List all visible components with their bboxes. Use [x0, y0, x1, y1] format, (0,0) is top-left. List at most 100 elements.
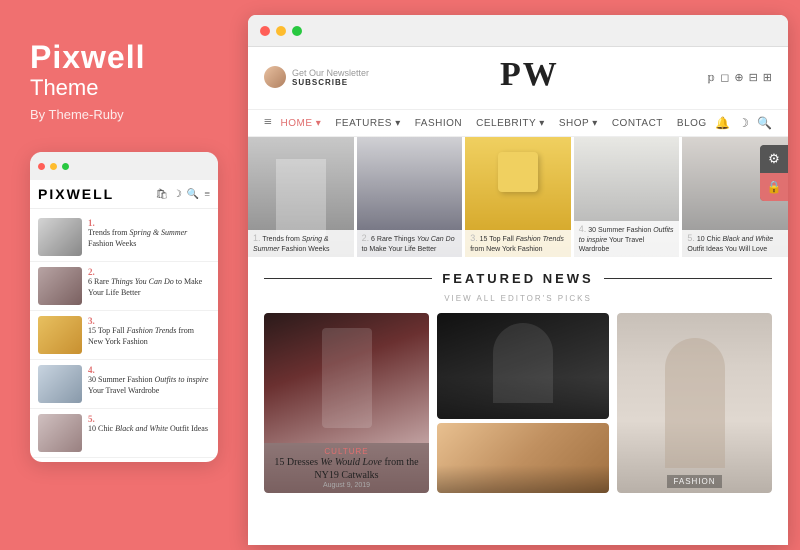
featured-section: FEATURED NEWS VIEW ALL EDITOR'S PICKS CU… [248, 257, 788, 501]
subscribe-label[interactable]: SUBSCRIBE [292, 78, 369, 87]
mobile-dot-red [38, 163, 45, 170]
nav-home[interactable]: HOME ▾ [281, 118, 322, 129]
newsletter-label: Get Our Newsletter [292, 68, 369, 78]
mobile-search-icon: 🔍 [187, 189, 199, 200]
mobile-header: PIXWELL 🛍 ☽ 🔍 ≡ [30, 180, 218, 209]
svg-text:PW: PW [500, 56, 559, 91]
mobile-dot-green [62, 163, 69, 170]
mobile-header-icons: 🛍 ☽ 🔍 ≡ [155, 189, 210, 200]
mobile-thumb-4 [38, 365, 82, 403]
hero-num-5: 5. [687, 233, 695, 243]
whatsapp-icon[interactable]: ⊕ [734, 71, 743, 84]
nav-features[interactable]: FEATURES ▾ [335, 118, 400, 129]
hero-num-1: 1. [253, 233, 261, 243]
newsletter-icon [264, 66, 286, 88]
mobile-article-title-3: 15 Top Fall Fashion Trends from New York… [88, 326, 210, 347]
nav-blog[interactable]: BLOG [677, 118, 707, 129]
mobile-menu-icon[interactable]: ≡ [204, 189, 210, 200]
header-social-icons: 𝕡 ◻ ⊕ ⊟ ⊞ [707, 71, 772, 84]
hero-num-4: 4. [579, 224, 587, 234]
hero-slide-4[interactable]: 4. 30 Summer Fashion Outfits to inspire … [574, 137, 680, 257]
settings-gear-button[interactable]: ⚙ [760, 145, 788, 173]
left-panel: Pixwell Theme By Theme-Ruby PIXWELL 🛍 ☽ … [0, 0, 248, 550]
browser-top-bar [248, 15, 788, 47]
hero-caption-1: 1. Trends from Spring & Summer Fashion W… [248, 230, 354, 257]
mobile-thumb-2 [38, 267, 82, 305]
mobile-article-text-4: 4. 30 Summer Fashion Outfits to inspire … [88, 365, 210, 396]
hero-caption-4: 4. 30 Summer Fashion Outfits to inspire … [574, 221, 680, 257]
fashion-category-label: FASHION [667, 475, 721, 488]
mobile-thumb-3 [38, 316, 82, 354]
bookmark-icon[interactable]: ⊟ [749, 71, 758, 84]
featured-line-right [604, 278, 772, 279]
featured-mid-bottom-image[interactable] [437, 423, 609, 493]
website-top-row: Get Our Newsletter SUBSCRIBE PW 𝕡 ◻ ⊕ ⊟ … [264, 55, 772, 99]
mobile-article-num-1: 1. [88, 218, 210, 228]
featured-main-category: CULTURE [270, 447, 423, 456]
newsletter-texts: Get Our Newsletter SUBSCRIBE [292, 68, 369, 87]
nav-notification-icon[interactable]: 🔔 [715, 116, 730, 131]
browser-dot-yellow[interactable] [276, 26, 286, 36]
nav-moon-icon[interactable]: ☽ [738, 116, 749, 131]
mobile-article-2[interactable]: 2. 6 Rare Things You Can Do to Make Your… [30, 262, 218, 311]
mobile-article-num-4: 4. [88, 365, 210, 375]
nav-shop[interactable]: SHOP ▾ [559, 118, 598, 129]
brand-name: Pixwell [30, 40, 146, 75]
hero-num-2: 2. [362, 233, 370, 243]
mobile-article-num-5: 5. [88, 414, 210, 424]
browser-dot-green[interactable] [292, 26, 302, 36]
pinterest-icon[interactable]: 𝕡 [707, 71, 715, 84]
brand-by: By Theme-Ruby [30, 107, 124, 122]
mobile-article-title-2: 6 Rare Things You Can Do to Make Your Li… [88, 277, 210, 298]
mobile-article-text-2: 2. 6 Rare Things You Can Do to Make Your… [88, 267, 210, 298]
featured-caption-area: CULTURE 15 Dresses We Would Love from th… [264, 443, 429, 493]
mobile-article-title-5: 10 Chic Black and White Outfit Ideas [88, 424, 210, 434]
mobile-thumb-1 [38, 218, 82, 256]
hero-slide-3[interactable]: 3. 15 Top Fall Fashion Trends from New Y… [465, 137, 571, 257]
featured-main-article[interactable]: CULTURE 15 Dresses We Would Love from th… [264, 313, 429, 493]
featured-main-date: August 9, 2019 [270, 482, 423, 489]
instagram-icon[interactable]: ◻ [720, 71, 729, 84]
mobile-article-num-3: 3. [88, 316, 210, 326]
hero-slider: 1. Trends from Spring & Summer Fashion W… [248, 137, 788, 257]
featured-header: FEATURED NEWS [264, 271, 772, 286]
featured-middle-column [437, 313, 609, 493]
featured-right-image[interactable]: FASHION [617, 313, 772, 493]
browser-dot-red[interactable] [260, 26, 270, 36]
website-nav: ≡ HOME ▾ FEATURES ▾ FASHION CELEBRITY ▾ … [248, 110, 788, 137]
settings-lock-button[interactable]: 🔒 [760, 173, 788, 201]
share-icon[interactable]: ⊞ [763, 71, 772, 84]
nav-links: HOME ▾ FEATURES ▾ FASHION CELEBRITY ▾ SH… [281, 118, 707, 129]
nav-contact[interactable]: CONTACT [612, 118, 663, 129]
featured-title: FEATURED NEWS [442, 271, 593, 286]
nav-celebrity[interactable]: CELEBRITY ▾ [476, 118, 545, 129]
mobile-dot-yellow [50, 163, 57, 170]
mobile-article-3[interactable]: 3. 15 Top Fall Fashion Trends from New Y… [30, 311, 218, 360]
nav-right-icons: 🔔 ☽ 🔍 [715, 116, 772, 131]
hero-caption-2: 2. 6 Rare Things You Can Do to Make Your… [357, 230, 463, 257]
site-logo: PW [369, 55, 707, 99]
mobile-article-1[interactable]: 1. Trends from Spring & Summer Fashion W… [30, 213, 218, 262]
featured-mid-top-image[interactable] [437, 313, 609, 419]
featured-grid: CULTURE 15 Dresses We Would Love from th… [264, 313, 772, 493]
mobile-article-5[interactable]: 5. 10 Chic Black and White Outfit Ideas [30, 409, 218, 458]
hamburger-icon[interactable]: ≡ [264, 115, 272, 131]
fashion-cat-bottom: FASHION [617, 471, 772, 489]
nav-search-icon[interactable]: 🔍 [757, 116, 772, 131]
featured-line-left [264, 278, 432, 279]
mobile-article-4[interactable]: 4. 30 Summer Fashion Outfits to inspire … [30, 360, 218, 409]
mobile-logo: PIXWELL [38, 186, 114, 202]
hero-slide-2[interactable]: 2. 6 Rare Things You Can Do to Make Your… [357, 137, 463, 257]
mobile-shop-icon: 🛍 [155, 189, 168, 200]
nav-fashion[interactable]: FASHION [415, 118, 462, 129]
mobile-mockup: PIXWELL 🛍 ☽ 🔍 ≡ 1. Trends from Spring & … [30, 152, 218, 462]
newsletter-area: Get Our Newsletter SUBSCRIBE [264, 66, 369, 88]
mobile-article-text-1: 1. Trends from Spring & Summer Fashion W… [88, 218, 210, 249]
mobile-article-title-4: 30 Summer Fashion Outfits to inspire You… [88, 375, 210, 396]
hero-slide-1[interactable]: 1. Trends from Spring & Summer Fashion W… [248, 137, 354, 257]
mobile-article-text-5: 5. 10 Chic Black and White Outfit Ideas [88, 414, 210, 434]
mobile-article-num-2: 2. [88, 267, 210, 277]
featured-subtitle[interactable]: VIEW ALL EDITOR'S PICKS [264, 294, 772, 303]
mobile-article-list: 1. Trends from Spring & Summer Fashion W… [30, 209, 218, 462]
brand-subtitle: Theme [30, 75, 98, 101]
